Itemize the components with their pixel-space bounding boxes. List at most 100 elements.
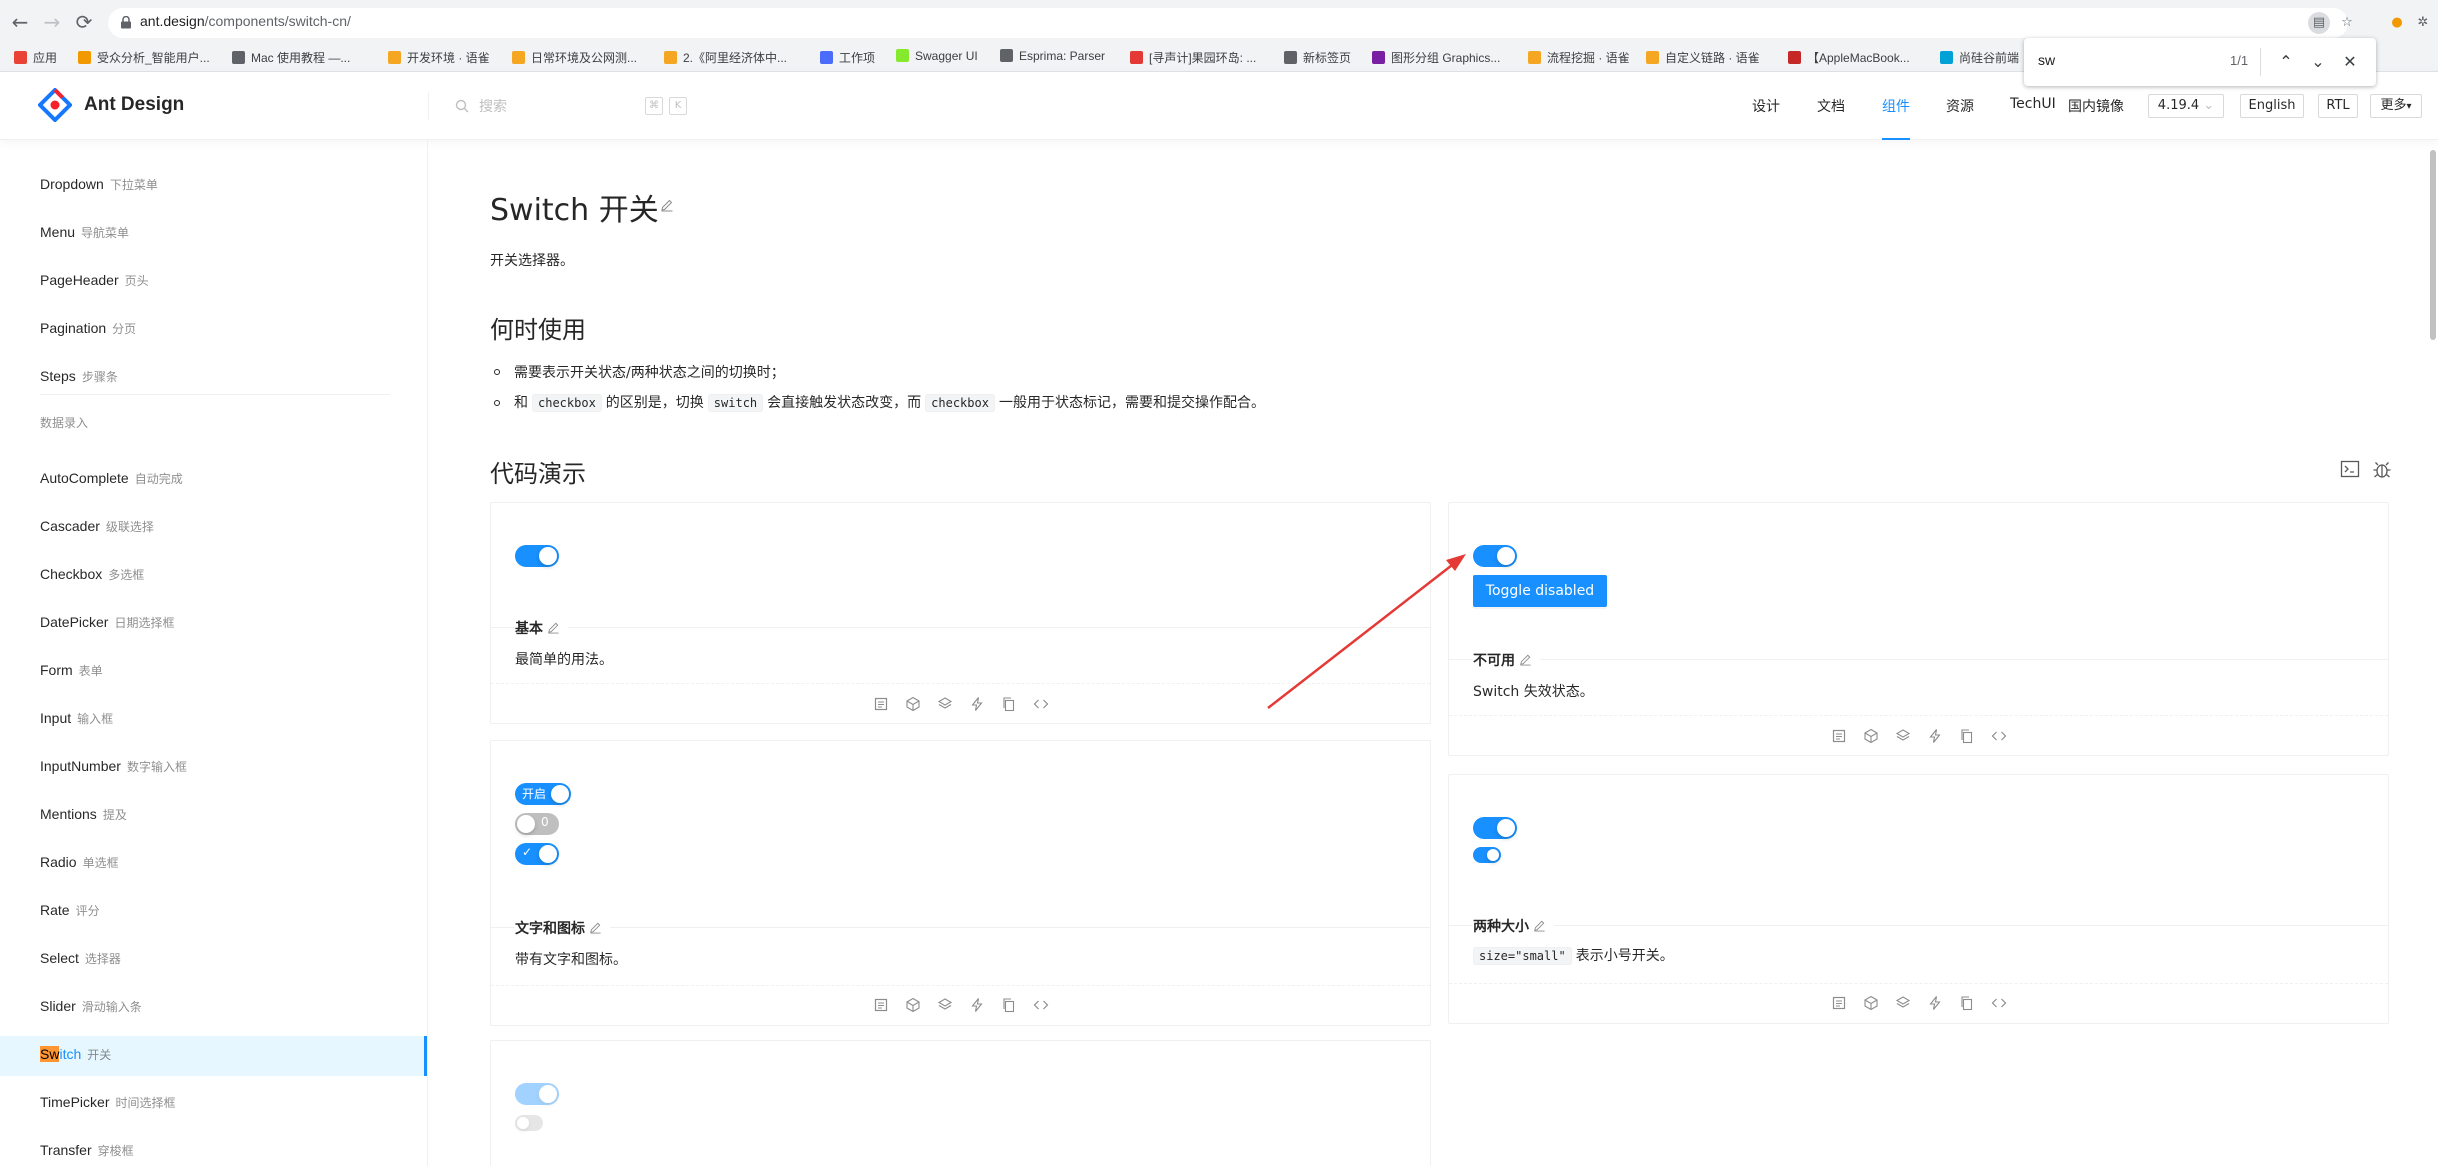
find-input[interactable]: sw	[2038, 52, 2055, 68]
bookmark-item[interactable]: [寻声计]果园环岛: ...	[1130, 49, 1256, 66]
find-prev-icon[interactable]: ⌃	[2274, 50, 2298, 74]
bookmark-item[interactable]: 图形分组 Graphics...	[1372, 49, 1500, 66]
text-switch-off[interactable]: 0	[515, 813, 559, 835]
address-bar[interactable]: ant.design/components/switch-cn/ ▤ ☆	[108, 8, 2353, 38]
nav-mirror[interactable]: 国内镜像	[2068, 96, 2124, 116]
sidebar-item-dropdown[interactable]: Dropdown 下拉菜单	[0, 166, 427, 206]
sidebar-item-cascader[interactable]: Cascader 级联选择	[0, 508, 427, 548]
stackblitz-icon[interactable]	[1927, 995, 1943, 1011]
sidebar-item-autocomplete[interactable]: AutoComplete 自动完成	[0, 460, 427, 500]
bookmark-item[interactable]: Esprima: Parser	[1000, 49, 1105, 63]
bookmark-item[interactable]: Swagger UI	[896, 49, 978, 63]
sidebar-item-input[interactable]: Input 输入框	[0, 700, 427, 740]
sidebar-item-steps[interactable]: Steps 步骤条	[0, 358, 427, 398]
expand-code-icon[interactable]	[1991, 728, 2007, 744]
codepen-icon[interactable]	[905, 997, 921, 1013]
sidebar-item-rate[interactable]: Rate 评分	[0, 892, 427, 932]
bookmark-item[interactable]: 尚硅谷前端	[1940, 49, 2019, 66]
loading-small-switch[interactable]	[515, 1115, 543, 1131]
riddle-icon[interactable]	[1895, 995, 1911, 1011]
language-button[interactable]: English	[2240, 94, 2304, 118]
find-close-icon[interactable]: ✕	[2338, 50, 2362, 74]
expand-code-icon[interactable]	[2340, 459, 2360, 479]
loading-switch[interactable]	[515, 1083, 559, 1105]
sidebar-item-slider[interactable]: Slider 滑动输入条	[0, 988, 427, 1028]
reload-icon[interactable]: ⟳	[72, 10, 96, 34]
find-next-icon[interactable]: ⌄	[2306, 50, 2330, 74]
bookmark-star-icon[interactable]: ☆	[2336, 12, 2358, 34]
text-switch-on[interactable]: 开启	[515, 783, 571, 805]
toggle-disabled-button[interactable]: Toggle disabled	[1473, 575, 1607, 607]
sidebar-item-mentions[interactable]: Mentions 提及	[0, 796, 427, 836]
bookmark-item[interactable]: 2.《阿里经济体中...	[664, 49, 787, 66]
more-button[interactable]: 更多▾	[2370, 94, 2422, 118]
logo-text[interactable]: Ant Design	[84, 94, 184, 116]
sidebar-item-timepicker[interactable]: TimePicker 时间选择框	[0, 1084, 427, 1124]
version-select[interactable]: 4.19.4 ⌄	[2148, 94, 2224, 118]
sidebar-item-pageheader[interactable]: PageHeader 页头	[0, 262, 427, 302]
expand-code-icon[interactable]	[1033, 696, 1049, 712]
scrollbar-thumb[interactable]	[2430, 150, 2436, 340]
copy-icon[interactable]	[1001, 997, 1017, 1013]
codepen-icon[interactable]	[1863, 995, 1879, 1011]
bookmark-item[interactable]: 受众分析_智能用户...	[78, 49, 210, 66]
nav-resources[interactable]: 资源	[1946, 96, 1974, 116]
disabled-switch[interactable]	[1473, 545, 1517, 567]
expand-code-icon[interactable]	[1991, 995, 2007, 1011]
copy-icon[interactable]	[1959, 995, 1975, 1011]
bookmark-item[interactable]: 【AppleMacBook...	[1788, 49, 1910, 66]
riddle-icon[interactable]	[1895, 728, 1911, 744]
small-size-switch[interactable]	[1473, 847, 1501, 863]
sidebar-item-form[interactable]: Form 表单	[0, 652, 427, 692]
debug-bug-icon[interactable]	[2372, 459, 2392, 479]
codesandbox-icon[interactable]	[1831, 995, 1847, 1011]
nav-techui[interactable]: TechUI	[2010, 96, 2056, 112]
edit-icon[interactable]	[547, 621, 560, 634]
riddle-icon[interactable]	[937, 997, 953, 1013]
bookmark-item[interactable]: 工作项	[820, 49, 875, 66]
sidebar-item-datepicker[interactable]: DatePicker 日期选择框	[0, 604, 427, 644]
edit-icon[interactable]	[1533, 919, 1546, 932]
bookmark-item[interactable]: 自定义链路 · 语雀	[1646, 49, 1760, 66]
edit-icon[interactable]	[1519, 653, 1532, 666]
copy-icon[interactable]	[1001, 696, 1017, 712]
extension-icon[interactable]: ●	[2386, 12, 2408, 34]
default-size-switch[interactable]	[1473, 817, 1517, 839]
sidebar-item-transfer[interactable]: Transfer 穿梭框	[0, 1132, 427, 1166]
find-page-icon[interactable]: ▤	[2308, 12, 2330, 34]
forward-icon[interactable]: →	[40, 10, 64, 34]
ant-design-logo-icon[interactable]	[38, 88, 72, 122]
codesandbox-icon[interactable]	[1831, 728, 1847, 744]
sidebar-item-radio[interactable]: Radio 单选框	[0, 844, 427, 884]
bookmark-item[interactable]: 日常环境及公网测...	[512, 49, 637, 66]
sidebar-item-menu[interactable]: Menu 导航菜单	[0, 214, 427, 254]
site-search[interactable]: 搜索 ⌘ K	[428, 92, 692, 120]
bookmark-item[interactable]: 流程挖掘 · 语雀	[1528, 49, 1630, 66]
codesandbox-icon[interactable]	[873, 696, 889, 712]
copy-icon[interactable]	[1959, 728, 1975, 744]
stackblitz-icon[interactable]	[1927, 728, 1943, 744]
sidebar-item-inputnumber[interactable]: InputNumber 数字输入框	[0, 748, 427, 788]
edit-icon[interactable]	[589, 921, 602, 934]
riddle-icon[interactable]	[937, 696, 953, 712]
bookmark-item[interactable]: 应用	[14, 49, 57, 66]
sidebar-item-checkbox[interactable]: Checkbox 多选框	[0, 556, 427, 596]
bookmark-item[interactable]: Mac 使用教程 —...	[232, 49, 350, 66]
codesandbox-icon[interactable]	[873, 997, 889, 1013]
stackblitz-icon[interactable]	[969, 997, 985, 1013]
back-icon[interactable]: ←	[8, 10, 32, 34]
sidebar-item-pagination[interactable]: Pagination 分页	[0, 310, 427, 350]
sidebar-item-select[interactable]: Select 选择器	[0, 940, 427, 980]
rtl-button[interactable]: RTL	[2318, 94, 2358, 118]
extension-settings-icon[interactable]: ✲	[2412, 12, 2434, 34]
nav-components[interactable]: 组件	[1882, 96, 1910, 116]
basic-switch[interactable]	[515, 545, 559, 567]
bookmark-item[interactable]: 开发环境 · 语雀	[388, 49, 490, 66]
expand-code-icon[interactable]	[1033, 997, 1049, 1013]
nav-design[interactable]: 设计	[1752, 96, 1780, 116]
edit-icon[interactable]	[660, 198, 674, 212]
codepen-icon[interactable]	[1863, 728, 1879, 744]
nav-docs[interactable]: 文档	[1817, 96, 1845, 116]
sidebar-item-switch[interactable]: Switch 开关	[0, 1036, 427, 1076]
bookmark-item[interactable]: 新标签页	[1284, 49, 1351, 66]
